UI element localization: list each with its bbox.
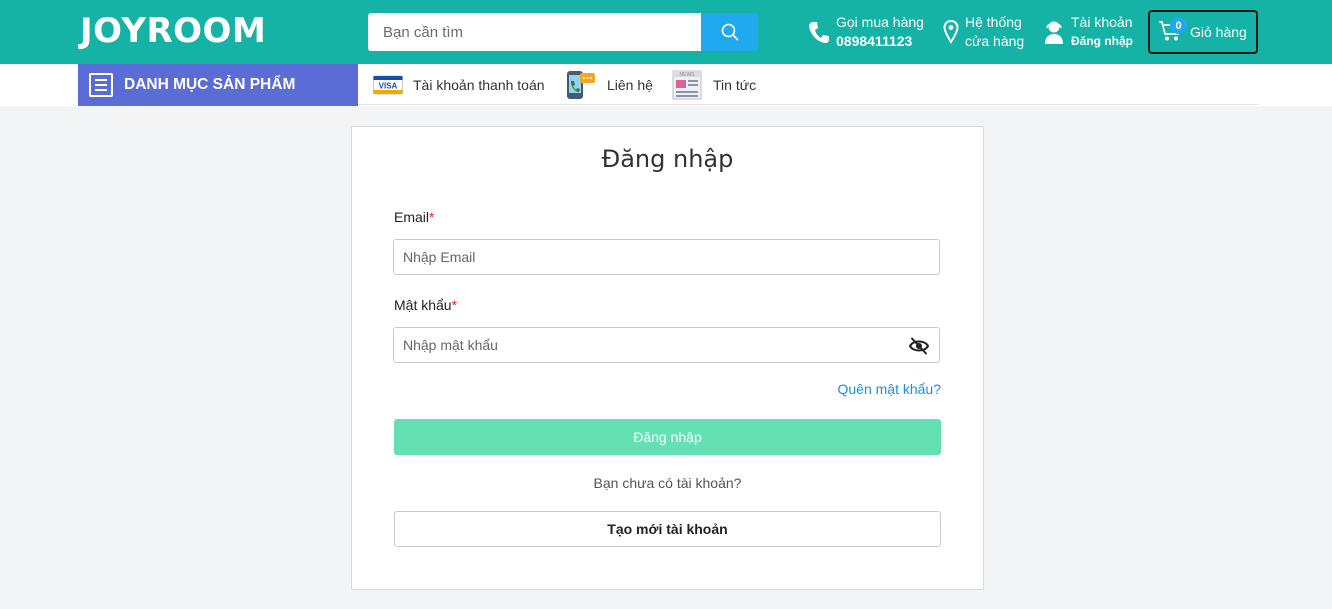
search-input[interactable] (368, 13, 701, 51)
hotline-number: 0898411123 (836, 33, 913, 49)
cart-label: Giỏ hàng (1190, 24, 1247, 40)
phone-icon (808, 20, 830, 44)
eye-slash-icon[interactable] (909, 336, 929, 356)
svg-text:NEWS: NEWS (680, 72, 696, 78)
user-headset-icon (1043, 19, 1065, 45)
account-login-link[interactable]: Đăng nhập (1071, 32, 1133, 51)
svg-text:VISA: VISA (379, 82, 398, 91)
cart-button[interactable]: 0 Giỏ hàng (1148, 10, 1258, 54)
password-field[interactable] (394, 328, 939, 362)
login-card: Đăng nhập Email* Mật khẩu* Quên mật khẩu… (351, 126, 984, 590)
contact-phone-icon (565, 69, 597, 101)
account-menu[interactable]: Tài khoản Đăng nhập (1043, 13, 1133, 51)
login-button[interactable]: Đăng nhập (394, 419, 941, 455)
hotline[interactable]: Gọi mua hàng 0898411123 (808, 13, 924, 51)
required-mark: * (429, 209, 435, 225)
password-label-text: Mật khẩu (394, 297, 452, 313)
no-account-text: Bạn chưa có tài khoản? (593, 475, 742, 491)
account-label: Tài khoản (1071, 14, 1133, 30)
store-line1: Hệ thống (965, 14, 1022, 30)
location-pin-icon (943, 20, 959, 44)
nav-link-payment-account[interactable]: VISA Tài khoản thanh toán (373, 68, 545, 102)
hotline-label: Gọi mua hàng (836, 14, 924, 30)
store-line2: cửa hàng (965, 33, 1025, 49)
required-mark: * (451, 297, 458, 313)
newspaper-icon: NEWS (671, 69, 703, 101)
password-label: Mật khẩu* (394, 297, 457, 313)
email-field[interactable] (394, 240, 939, 274)
nav-link-news[interactable]: NEWS Tin tức (671, 68, 756, 102)
nav-link-payment-label: Tài khoản thanh toán (413, 77, 545, 93)
page-title: Đăng nhập (601, 145, 734, 173)
nav-link-contact[interactable]: Liên hệ (565, 68, 653, 102)
forgot-password-link[interactable]: Quên mật khẩu? (837, 381, 941, 397)
email-label: Email* (394, 209, 434, 225)
email-field-wrapper (393, 239, 940, 275)
search-button[interactable] (701, 13, 758, 51)
nav-link-contact-label: Liên hệ (607, 77, 653, 93)
nav-link-news-label: Tin tức (713, 77, 757, 93)
email-label-text: Email (394, 209, 430, 225)
brand-logo[interactable]: JOYROOM (80, 13, 266, 49)
search-bar (368, 13, 758, 51)
create-account-button[interactable]: Tạo mới tài khoản (394, 511, 941, 547)
category-menu-button[interactable]: DANH MỤC SẢN PHẨM (78, 64, 358, 106)
search-icon (721, 23, 738, 41)
visa-card-icon: VISA (373, 74, 403, 96)
store-system[interactable]: Hệ thống cửa hàng (943, 13, 1024, 51)
category-menu-label: DANH MỤC SẢN PHẨM (124, 76, 296, 93)
nav-divider (358, 104, 1258, 105)
password-field-wrapper (393, 327, 940, 363)
menu-list-icon (89, 73, 113, 97)
logo-text: JOYROOM (80, 11, 267, 51)
cart-count-badge: 0 (1170, 17, 1187, 34)
